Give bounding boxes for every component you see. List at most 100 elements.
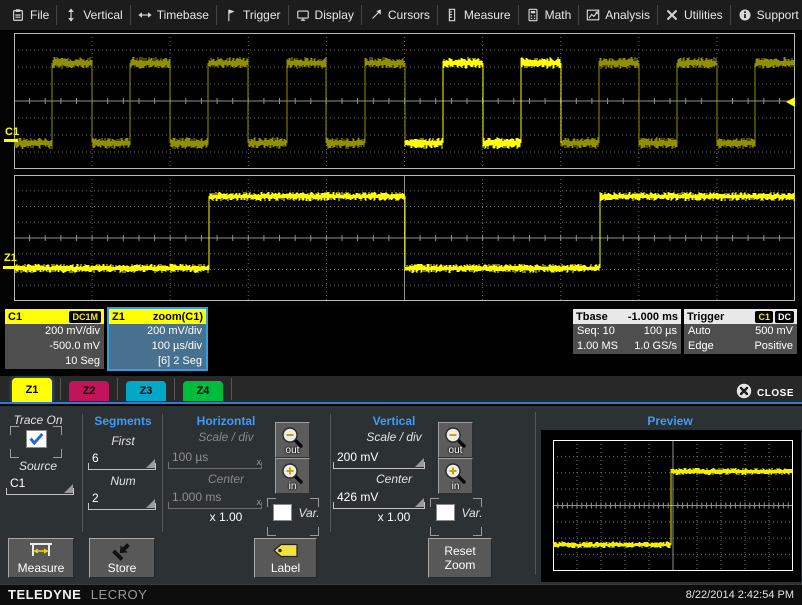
z1-hscale: 100 µs/div bbox=[109, 339, 206, 354]
close-icon bbox=[736, 383, 752, 404]
dropdown-triangle-icon bbox=[146, 499, 155, 508]
h-var-checkbox[interactable] bbox=[273, 504, 292, 521]
source-field[interactable]: C1 bbox=[6, 472, 74, 495]
timebase-descriptor[interactable]: Tbase -1.000 ms Seq: 10 100 µs 1.00 MS 1… bbox=[573, 309, 681, 354]
menu-item-label: Math bbox=[545, 8, 572, 22]
menu-item-label: Utilities bbox=[684, 8, 723, 22]
v-center-label: Center bbox=[334, 472, 454, 486]
channel-c1-descriptor[interactable]: C1 DC1M 200 mV/div -500.0 mV 10 Seg bbox=[5, 309, 104, 369]
h-center-label: Center bbox=[166, 472, 286, 486]
h-scale-value: 100 µs bbox=[172, 450, 208, 464]
h-var-label: Var. bbox=[294, 506, 324, 520]
v-var-checkbox[interactable] bbox=[436, 504, 455, 521]
menu-item-label: Measure bbox=[464, 8, 511, 22]
h-zoom-out-button[interactable]: out bbox=[275, 422, 310, 458]
measure-button[interactable]: Measure bbox=[8, 538, 74, 578]
num-label: Num bbox=[84, 474, 162, 488]
tbase-rate: 1.0 GS/s bbox=[634, 339, 677, 354]
menu-item-vertical[interactable]: Vertical bbox=[57, 5, 130, 25]
label-button[interactable]: Label bbox=[254, 538, 317, 578]
tab-z2[interactable]: Z2 bbox=[69, 381, 109, 401]
menu-item-label: Support bbox=[757, 8, 799, 22]
store-button[interactable]: Store bbox=[89, 538, 155, 578]
reset-zoom-label-line2: Zoom bbox=[429, 558, 491, 572]
trigger-mode: Auto bbox=[688, 324, 711, 339]
menu-item-label: Vertical bbox=[83, 8, 122, 22]
menu-item-file[interactable]: File bbox=[4, 5, 57, 25]
support-icon bbox=[738, 8, 752, 22]
c1-waveform-grid[interactable] bbox=[14, 33, 795, 169]
zoom-z1-descriptor[interactable]: Z1 zoom(C1) 200 mV/div 100 µs/div [6] 2 … bbox=[107, 307, 208, 371]
h-scale-label: Scale / div bbox=[166, 430, 286, 444]
z1-waveform-grid[interactable] bbox=[14, 175, 795, 301]
v-var-label: Var. bbox=[457, 506, 487, 520]
tab-z4[interactable]: Z4 bbox=[183, 381, 223, 401]
analysis-icon bbox=[586, 8, 600, 22]
dropdown-triangle-icon bbox=[415, 498, 424, 507]
num-segments-field[interactable]: 2 bbox=[88, 487, 156, 510]
zoom-in-label: in bbox=[276, 481, 309, 492]
menu-item-trigger[interactable]: Trigger bbox=[217, 5, 289, 25]
v-zoom-in-button[interactable]: in bbox=[438, 458, 473, 494]
menu-item-label: Timebase bbox=[157, 8, 209, 22]
h-zoom-in-button[interactable]: in bbox=[275, 458, 310, 494]
segments-header: Segments bbox=[84, 414, 162, 428]
first-segment-field[interactable]: 6 bbox=[88, 447, 156, 470]
tbase-delay: -1.000 ms bbox=[628, 311, 678, 323]
menu-item-support[interactable]: Support bbox=[731, 5, 802, 25]
menu-item-display[interactable]: Display bbox=[289, 5, 362, 25]
zoom-in-label: in bbox=[439, 481, 472, 492]
measure-icon bbox=[445, 8, 459, 22]
tab-z3[interactable]: Z3 bbox=[126, 381, 166, 401]
measure-button-label: Measure bbox=[9, 561, 73, 575]
trigger-level: 500 mV bbox=[755, 324, 793, 339]
z1-channel-label: Z1 bbox=[4, 252, 17, 264]
trace-on-label: Trace On bbox=[2, 413, 74, 427]
z1-name: Z1 bbox=[112, 311, 125, 323]
label-button-label: Label bbox=[255, 561, 316, 575]
disabled-x-icon: x bbox=[257, 457, 262, 467]
menu-item-label: Trigger bbox=[243, 8, 281, 22]
vertical-header: Vertical bbox=[334, 414, 454, 428]
z1-offset-marker bbox=[3, 266, 17, 269]
reset-zoom-label-line1: Reset bbox=[429, 544, 491, 558]
v-zoom-out-button[interactable]: out bbox=[438, 422, 473, 458]
reset-zoom-button[interactable]: Reset Zoom bbox=[428, 538, 492, 578]
trigger-slope: Positive bbox=[754, 339, 793, 354]
c1-coupling-badge: DC1M bbox=[69, 311, 101, 323]
oscilloscope-app: File Vertical Timebase Trigger Display Cursor… bbox=[0, 0, 802, 605]
math-icon bbox=[526, 8, 540, 22]
menu-item-timebase[interactable]: Timebase bbox=[131, 5, 217, 25]
menu-item-label: Display bbox=[315, 8, 354, 22]
v-scale-label: Scale / div bbox=[334, 430, 454, 444]
trigger-coupling-badge: DC bbox=[775, 311, 794, 323]
tab-z1[interactable]: Z1 bbox=[12, 378, 52, 402]
zoom-tab-bar: Z1 Z2 Z3 Z4 bbox=[0, 376, 802, 404]
close-button[interactable]: CLOSE bbox=[736, 383, 794, 404]
c1-offset: -500.0 mV bbox=[5, 339, 104, 354]
menu-bar: File Vertical Timebase Trigger Display Cursor… bbox=[0, 0, 802, 30]
c1-segments: 10 Seg bbox=[5, 354, 104, 369]
brand-lecroy: LECROY bbox=[91, 587, 147, 602]
menu-item-label: File bbox=[30, 8, 49, 22]
menu-item-measure[interactable]: Measure bbox=[438, 5, 519, 25]
menu-item-utilities[interactable]: Utilities bbox=[658, 5, 731, 25]
trigger-level-marker-icon[interactable] bbox=[786, 97, 795, 107]
file-icon bbox=[11, 8, 25, 22]
c1-scale: 200 mV/div bbox=[5, 324, 104, 339]
h-scale-field: 100 µs x bbox=[168, 446, 262, 469]
z1-source: zoom(C1) bbox=[153, 311, 203, 323]
v-scale-field[interactable]: 200 mV bbox=[333, 446, 425, 469]
tab-separator bbox=[231, 378, 232, 400]
menu-item-analysis[interactable]: Analysis bbox=[579, 5, 658, 25]
z1-vscale: 200 mV/div bbox=[109, 324, 206, 339]
menu-item-cursors[interactable]: Cursors bbox=[362, 5, 438, 25]
menu-item-label: Cursors bbox=[388, 8, 430, 22]
trigger-descriptor[interactable]: Trigger C1 DC Auto 500 mV Edge Positive bbox=[684, 309, 797, 354]
tab-separator bbox=[117, 378, 118, 400]
disabled-x-icon: x bbox=[257, 497, 262, 507]
v-center-field[interactable]: 426 mV bbox=[333, 486, 425, 509]
status-bar: TELEDYNE LECROY 8/22/2014 2:42:54 PM bbox=[0, 584, 802, 605]
menu-item-math[interactable]: Math bbox=[519, 5, 580, 25]
trace-on-checkbox[interactable] bbox=[26, 430, 47, 448]
